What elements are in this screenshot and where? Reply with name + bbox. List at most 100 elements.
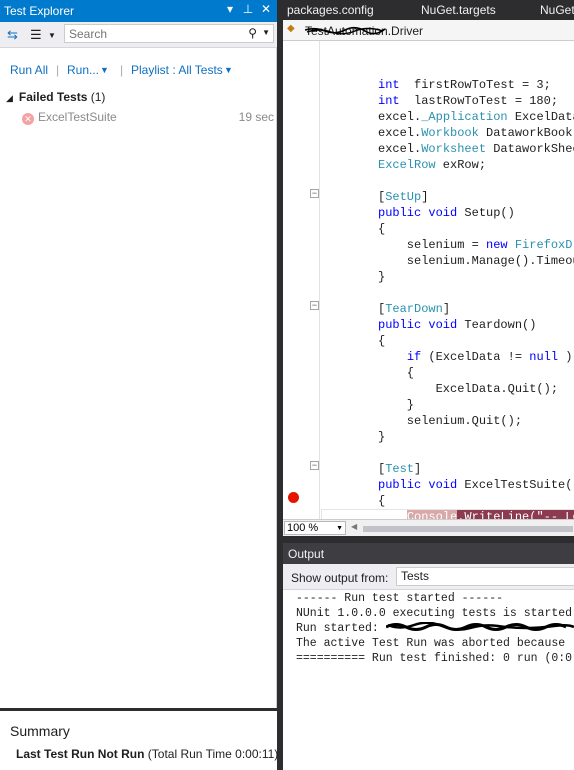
playlist-dropdown-icon[interactable]: ▼ xyxy=(224,65,233,75)
window-position-dropdown-icon[interactable]: ▾ xyxy=(224,2,236,16)
code-line[interactable]: ExcelRow exRow; xyxy=(378,157,486,173)
code-editor[interactable]: ◆ TestAutomation.Driver − − − int firstR… xyxy=(283,20,574,536)
group-by-dropdown-icon[interactable]: ▼ xyxy=(48,31,56,40)
code-line[interactable]: { xyxy=(378,221,385,237)
search-input[interactable] xyxy=(65,25,235,42)
code-token: Worksheet xyxy=(421,142,487,156)
output-toolbar: Show output from: Tests xyxy=(283,564,574,590)
code-line[interactable]: { xyxy=(378,365,414,381)
search-dropdown-icon[interactable]: ▼ xyxy=(262,28,270,37)
code-line[interactable]: excel._Application ExcelData xyxy=(378,109,574,125)
code-line[interactable]: selenium.Manage().Timeou xyxy=(378,253,574,269)
code-token: ] xyxy=(421,190,429,204)
failed-test-icon: ✕ xyxy=(22,113,34,125)
code-token: } xyxy=(378,270,386,284)
document-tabs: packages.config NuGet.targets NuGet xyxy=(281,0,574,20)
output-line-text: Run started: xyxy=(296,622,386,635)
code-line[interactable]: public void Setup() xyxy=(378,205,515,221)
summary-heading: Summary xyxy=(10,723,70,739)
code-token: ] xyxy=(414,462,422,476)
test-list-item[interactable]: ✕ ExcelTestSuite 19 sec xyxy=(22,110,274,126)
code-token: excel. xyxy=(378,126,422,140)
navigation-bar[interactable]: ◆ TestAutomation.Driver xyxy=(283,20,574,41)
output-line: NUnit 1.0.0.0 executing tests is started xyxy=(296,607,573,620)
code-token: { xyxy=(378,222,386,236)
output-line: The active Test Run was aborted because xyxy=(296,637,566,650)
code-token: ExcelRow xyxy=(378,158,436,172)
code-token: ExcelTestSuite() xyxy=(457,478,574,492)
code-line[interactable]: public void ExcelTestSuite() xyxy=(378,477,574,493)
code-token: FirefoxDr xyxy=(514,238,574,252)
fold-collapse-icon[interactable]: − xyxy=(310,461,319,470)
code-line[interactable]: public void Teardown() xyxy=(378,317,536,333)
last-run-status: Last Test Run Not Run xyxy=(16,747,145,761)
tab-nuget[interactable]: NuGet xyxy=(540,3,574,17)
code-token: { xyxy=(378,366,415,380)
code-token: Setup() xyxy=(457,206,515,220)
separator: | xyxy=(56,63,60,77)
code-token: } xyxy=(378,398,415,412)
failed-tests-group[interactable]: ◢ Failed Tests (1) xyxy=(6,90,105,104)
output-line: ------ Run test started ------ xyxy=(296,592,504,605)
test-explorer-panel: Test Explorer ▾ ⊥ ✕ ⇆ ☰ ▼ ⚲ ▼ Run All | … xyxy=(0,0,278,770)
code-token: selenium.Quit(); xyxy=(378,414,523,428)
pin-icon[interactable]: ⊥ xyxy=(242,2,254,16)
code-token: public void xyxy=(378,206,458,220)
code-token: exRow; xyxy=(435,158,487,172)
panel-title: Output xyxy=(288,547,325,561)
output-source-select[interactable]: Tests xyxy=(396,567,574,586)
code-line[interactable]: ExcelData.Quit(); xyxy=(378,381,558,397)
collapse-triangle-icon[interactable]: ◢ xyxy=(6,93,13,103)
scrollbar-thumb[interactable] xyxy=(363,526,573,532)
group-label: Failed Tests xyxy=(18,90,88,104)
test-actions-bar: Run All | Run... ▼ | Playlist : All Test… xyxy=(0,60,277,80)
code-token: ExcelData xyxy=(507,110,574,124)
scroll-left-icon[interactable]: ◀ xyxy=(351,522,357,531)
search-icon[interactable]: ⚲ xyxy=(248,26,257,40)
run-dropdown-icon[interactable]: ▼ xyxy=(100,65,109,75)
code-line[interactable]: excel.Workbook DataworkBook; xyxy=(378,125,574,141)
code-line[interactable]: [Test] xyxy=(378,461,421,477)
search-box[interactable]: ⚲ ▼ xyxy=(64,24,274,43)
code-token: selenium.Manage().Timeou xyxy=(378,254,574,268)
code-line[interactable]: int lastRowToTest = 180; xyxy=(378,93,558,109)
code-token: excel. xyxy=(378,142,422,156)
group-by-icon[interactable]: ☰ xyxy=(30,27,42,43)
horizontal-scrollbar[interactable]: ◀ xyxy=(351,522,573,533)
code-text[interactable]: int firstRowToTest = 3; int lastRowToTest… xyxy=(321,41,574,536)
code-token: ) xyxy=(558,350,573,364)
code-line[interactable]: if (ExcelData != null ) xyxy=(378,349,573,365)
redaction-scribble xyxy=(305,26,386,35)
code-line[interactable]: { xyxy=(378,333,385,349)
output-text[interactable]: ------ Run test started ------ NUnit 1.0… xyxy=(296,591,574,666)
zoom-level-dropdown[interactable]: 100 % ▼ xyxy=(284,521,346,535)
run-tests-after-build-icon[interactable]: ⇆ xyxy=(7,27,18,43)
run-menu-link[interactable]: Run... xyxy=(67,63,99,77)
editor-gutter[interactable] xyxy=(283,41,321,521)
code-line[interactable]: selenium.Quit(); xyxy=(378,413,522,429)
code-token: SetUp xyxy=(385,190,422,204)
breakpoint-icon[interactable] xyxy=(288,492,299,503)
code-line[interactable]: } xyxy=(378,269,385,285)
fold-collapse-icon[interactable]: − xyxy=(310,301,319,310)
group-count: (1) xyxy=(90,90,106,104)
code-line[interactable]: } xyxy=(378,397,414,413)
code-line[interactable]: selenium = new FirefoxDr xyxy=(378,237,574,253)
tab-packages-config[interactable]: packages.config xyxy=(287,3,374,17)
code-token: _Application xyxy=(421,110,508,124)
code-line[interactable]: } xyxy=(378,429,385,445)
output-line: Run started: xyxy=(296,621,574,636)
fold-collapse-icon[interactable]: − xyxy=(310,189,319,198)
test-duration: 19 sec xyxy=(238,110,274,124)
code-line[interactable]: int firstRowToTest = 3; xyxy=(378,77,551,93)
code-line[interactable]: [SetUp] xyxy=(378,189,428,205)
code-line[interactable]: excel.Worksheet DataworkSheet xyxy=(378,141,574,157)
tab-nuget-targets[interactable]: NuGet.targets xyxy=(421,3,496,17)
code-token: null xyxy=(529,350,559,364)
code-line[interactable]: [TearDown] xyxy=(378,301,450,317)
playlist-selector[interactable]: Playlist : All Tests xyxy=(131,63,223,77)
close-icon[interactable]: ✕ xyxy=(260,2,272,16)
run-all-link[interactable]: Run All xyxy=(10,63,48,77)
code-line[interactable]: { xyxy=(378,493,385,509)
